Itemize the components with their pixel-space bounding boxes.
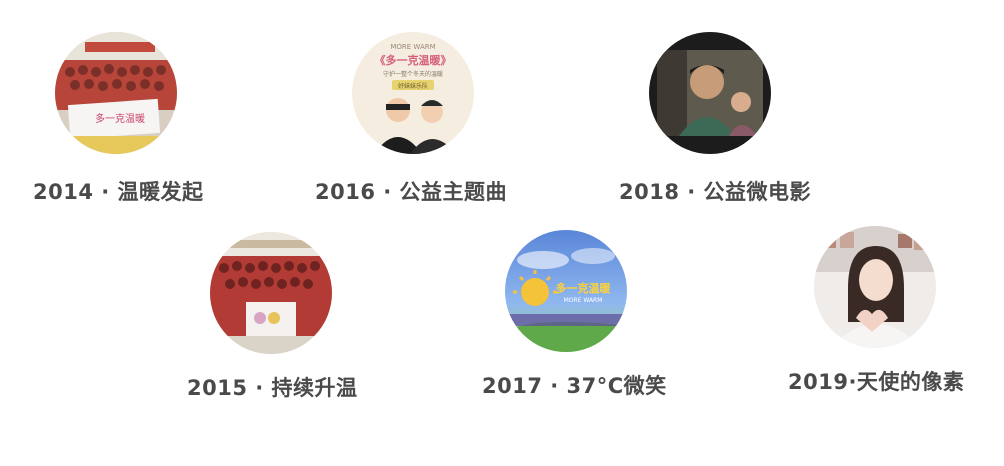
timeline-page: { "milestones": [ { "caption": "2014 · 温… — [0, 0, 1004, 466]
milestone-2016-photo-art: MORE WARM 《多一克温暖》 守护一整个冬天的温暖 好妹妹乐队 — [352, 32, 474, 154]
milestone-2015-photo-art — [210, 232, 332, 354]
svg-text:多一克温暖: 多一克温暖 — [556, 281, 612, 295]
milestone-2018-photo-art — [649, 32, 771, 154]
milestone-2016-photo: MORE WARM 《多一克温暖》 守护一整个冬天的温暖 好妹妹乐队 — [352, 32, 474, 154]
milestone-2015-photo — [210, 232, 332, 354]
svg-text:MORE WARM: MORE WARM — [564, 297, 603, 304]
milestone-2015-caption: 2015 · 持续升温 — [187, 376, 358, 400]
milestone-2014-photo: 多一克温暖 — [55, 32, 177, 154]
milestone-2014-photo-art: 多一克温暖 — [55, 32, 177, 154]
svg-text:好妹妹乐队: 好妹妹乐队 — [398, 82, 428, 90]
svg-text:多一克温暖: 多一克温暖 — [95, 112, 145, 125]
milestone-2017-caption: 2017 · 37°C微笑 — [482, 374, 667, 398]
milestone-2017-photo-art: 多一克温暖 MORE WARM — [505, 230, 627, 352]
svg-text:《多一克温暖》: 《多一克温暖》 — [375, 53, 452, 67]
milestone-2019-caption: 2019·天使的像素 — [788, 370, 965, 394]
milestone-2018-photo — [649, 32, 771, 154]
milestone-2018-caption: 2018 · 公益微电影 — [619, 180, 812, 204]
milestone-2019-photo — [814, 226, 936, 348]
milestone-2019-photo-art — [814, 226, 936, 348]
milestone-2017-photo: 多一克温暖 MORE WARM — [505, 230, 627, 352]
svg-text:MORE WARM: MORE WARM — [390, 43, 435, 51]
milestone-2016-caption: 2016 · 公益主题曲 — [315, 180, 508, 204]
svg-text:守护一整个冬天的温暖: 守护一整个冬天的温暖 — [383, 70, 443, 78]
milestone-2014-caption: 2014 · 温暖发起 — [33, 180, 204, 204]
